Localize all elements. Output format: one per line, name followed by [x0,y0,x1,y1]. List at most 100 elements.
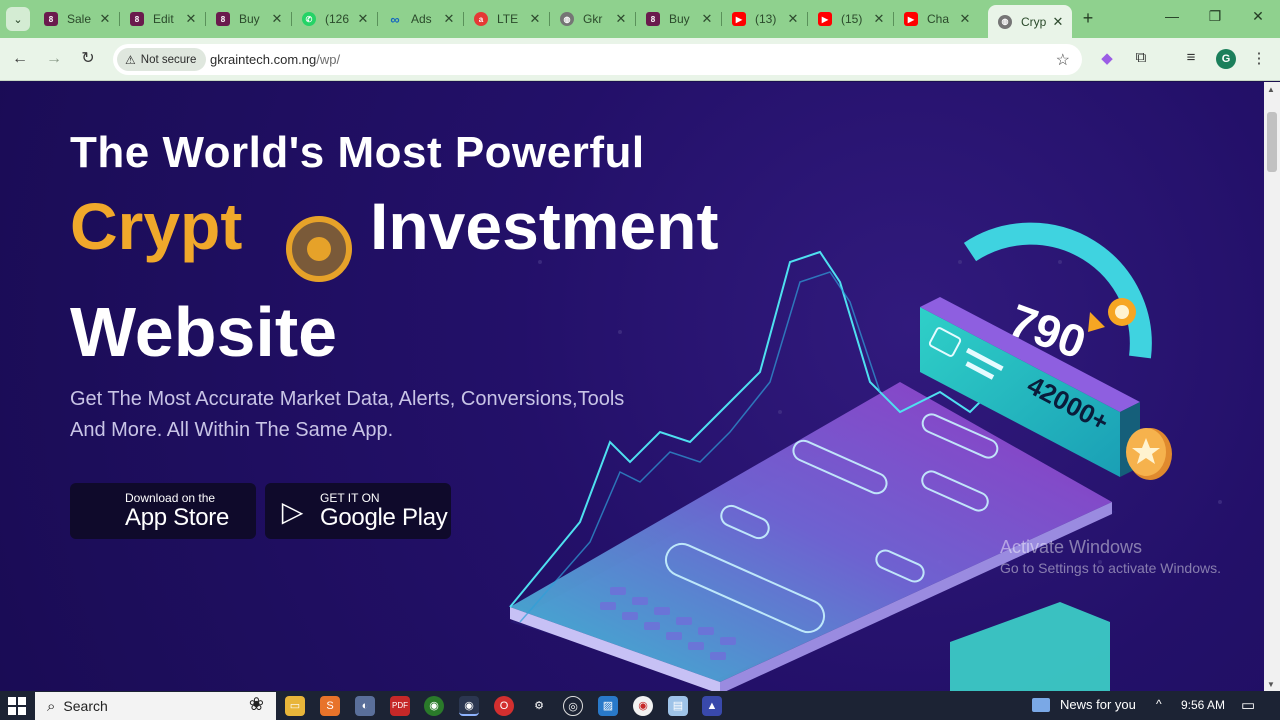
tab-3[interactable]: 8 Buy ✕ [206,5,292,33]
tab-1[interactable]: 8 Sale ✕ [34,5,120,33]
close-icon[interactable]: ✕ [1050,14,1066,30]
url-path: /wp/ [316,52,341,67]
app-store-big-label: App Store [125,503,230,531]
chevron-up-icon[interactable]: ^ [1156,697,1162,711]
subtitle-line-1: Get The Most Accurate Market Data, Alert… [70,388,625,410]
forward-button[interactable]: → [42,48,66,70]
bookmark-star-icon[interactable]: ☆ [1056,50,1070,70]
news-widget[interactable]: News for you [1032,697,1136,712]
close-icon[interactable]: ✕ [957,11,973,27]
close-icon[interactable]: ✕ [785,11,801,27]
tab-title: (126 [325,12,350,26]
pdf-icon[interactable]: PDF [390,696,410,716]
notepad-icon[interactable]: ▤ [668,696,688,716]
tab-10[interactable]: ▶ (15) ✕ [808,5,894,33]
google-play-big-label: Google Play [320,503,448,531]
close-icon[interactable]: ✕ [269,11,285,27]
restore-button[interactable]: ❐ [1203,8,1227,30]
airtel-icon: a [474,12,488,26]
scroll-down-icon[interactable]: ▼ [1267,680,1275,689]
tab-4[interactable]: ✆ (126 ✕ [292,5,378,33]
youtube-icon: ▶ [818,12,832,26]
windows-start-button[interactable] [8,697,26,715]
media-control-icon[interactable]: ≡ [1180,49,1202,71]
close-icon[interactable]: ✕ [527,11,543,27]
back-button[interactable]: ← [8,48,32,70]
opera-icon[interactable]: O [494,696,514,716]
tab-7[interactable]: ◍ Gkr ✕ [550,5,636,33]
notification-icon[interactable]: ▭ [1241,696,1255,714]
watermark-line-2: Go to Settings to activate Windows. [1000,560,1221,576]
photos-icon[interactable]: ▨ [598,696,618,716]
scroll-thumb[interactable] [1267,112,1277,172]
file-explorer-icon[interactable]: ▭ [285,696,305,716]
close-icon[interactable]: ✕ [871,11,887,27]
bar-element [950,602,1110,691]
taskbar-search-box[interactable]: ⌕ Search ❀ [35,692,276,720]
search-highlight-icon: ❀ [248,694,264,714]
close-icon[interactable]: ✕ [97,11,113,27]
more-menu-icon[interactable]: ⋮ [1248,49,1270,71]
page-scrollbar[interactable]: ▲ ▼ [1264,82,1280,691]
chrome-active-icon[interactable]: ◉ [459,696,479,716]
google-play-button[interactable]: ▷ GET IT ON Google Play [265,483,451,539]
tab-favicon: 8 [216,12,230,26]
new-tab-button[interactable]: + [1077,8,1099,30]
activate-windows-watermark: Activate Windows Go to Settings to activ… [1000,537,1221,576]
youtube-icon: ▶ [732,12,746,26]
scroll-up-icon[interactable]: ▲ [1267,85,1275,94]
close-icon[interactable]: ✕ [355,11,371,27]
tab-favicon: 8 [44,12,58,26]
restore-icon: ❐ [1208,8,1222,24]
windows-taskbar: ⌕ Search ❀ ▭ S ◐ PDF ◉ ◉ O ⚙ ◎ ▨ ◉ ▤ ▲ N… [0,691,1280,720]
app-icon[interactable]: ◐ [355,696,375,716]
clock-time[interactable]: 9:56 AM [1181,698,1225,712]
close-icon[interactable]: ✕ [699,11,715,27]
extensions-icon[interactable]: ⧉ [1130,49,1152,71]
sublime-icon[interactable]: S [320,696,340,716]
reload-button[interactable]: ↻ [76,48,100,70]
plus-icon: + [1082,8,1094,28]
copilot-icon[interactable]: ◆ [1096,49,1118,71]
google-play-small-label: GET IT ON [320,490,380,505]
whatsapp-icon: ✆ [302,12,316,26]
reload-icon: ↻ [81,50,95,67]
globe-icon: ◍ [560,12,574,26]
headline-line-1: The World's Most Powerful [70,128,645,177]
url-text[interactable]: gkraintech.com.ng/wp/ [210,52,340,67]
chrome-icon[interactable]: ◉ [424,696,444,716]
tab-2[interactable]: 8 Edit ✕ [120,5,206,33]
tab-9[interactable]: ▶ (13) ✕ [722,5,808,33]
headline-investment: Investment [370,189,719,263]
close-icon[interactable]: ✕ [613,11,629,27]
tab-title: (15) [841,12,863,26]
close-icon[interactable]: ✕ [183,11,199,27]
hero-subtitle: Get The Most Accurate Market Data, Alert… [70,384,670,446]
tab-5[interactable]: ∞ Ads ✕ [378,5,464,33]
tab-favicon: 8 [646,12,660,26]
close-icon: ✕ [1252,8,1264,24]
close-icon[interactable]: ✕ [441,11,457,27]
warning-icon: ⚠ [125,52,136,67]
tab-12-active[interactable]: ◍ Cryp ✕ [988,5,1072,38]
site-security-chip[interactable]: ⚠ Not secure [117,48,207,71]
minimize-button[interactable]: — [1160,8,1184,30]
tab-8[interactable]: 8 Buy ✕ [636,5,722,33]
tab-11[interactable]: ▶ Cha ✕ [894,5,979,33]
web-page-hero: 790 42000+ The World's Most Powerful Cry… [0,82,1264,691]
tab-search-button[interactable]: ⌄ [6,7,30,31]
arrow-right-icon: → [46,50,62,67]
close-window-button[interactable]: ✕ [1246,8,1270,30]
search-icon: ⌕ [47,697,56,715]
app-icon-2[interactable]: ◉ [633,696,653,716]
tab-6[interactable]: a LTE ✕ [464,5,550,33]
tab-title: Buy [669,12,690,26]
profile-avatar[interactable]: G [1216,49,1236,69]
arrow-left-icon: ← [12,50,28,67]
app-store-button[interactable]: Download on the App Store [70,483,256,539]
app-icon-3[interactable]: ▲ [702,696,722,716]
settings-icon[interactable]: ⚙ [529,696,549,716]
obs-icon[interactable]: ◎ [563,696,583,716]
youtube-icon: ▶ [904,12,918,26]
address-bar[interactable]: ⚠ Not secure gkraintech.com.ng/wp/ ☆ [113,44,1082,75]
